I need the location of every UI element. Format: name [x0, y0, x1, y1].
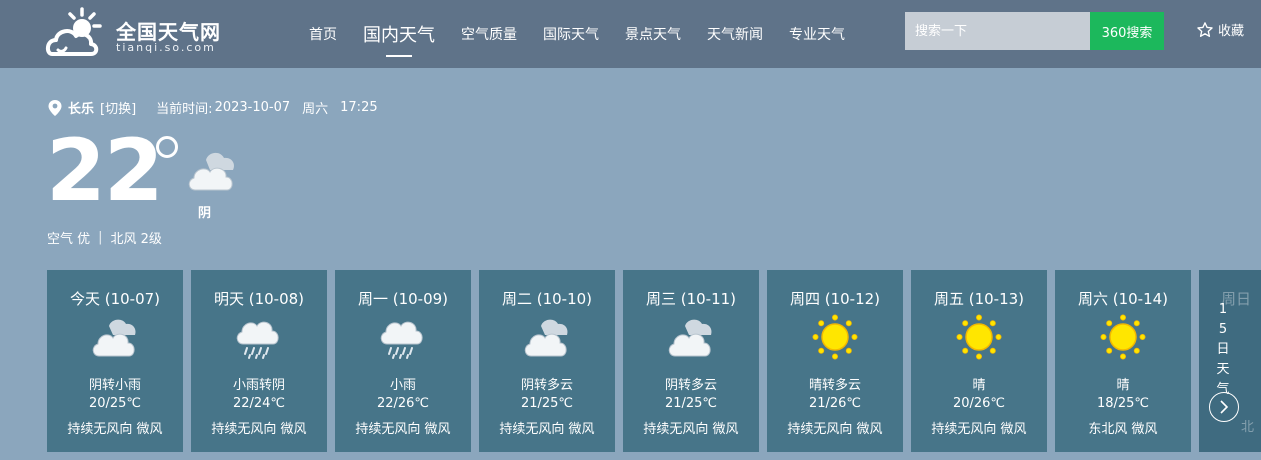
forecast-condition: 阴转多云 [664, 378, 717, 393]
current-city: 长乐 [68, 102, 95, 117]
forecast-day-card[interactable]: 今天 (10-07) 阴转小雨 20/25℃ 持续无风向 微风 [47, 270, 183, 452]
rain-cloud-icon [235, 314, 283, 360]
forecast-temperature: 18/25℃ [1096, 396, 1150, 411]
forecast-condition: 晴 [1116, 378, 1130, 393]
degree-symbol [156, 136, 178, 158]
forecast-day-name: 周六 (10-14) [1077, 290, 1169, 308]
forecast-condition: 小雨转阴 [232, 378, 285, 393]
forecast-day-card[interactable]: 明天 (10-08) 小雨转阴 22/24℃ 持续无风向 微风 [191, 270, 327, 452]
favorite-label: 收藏 [1218, 24, 1245, 39]
forecast-wind: 持续无风向 微风 [211, 422, 307, 437]
forecast-temperature: 20/25℃ [88, 396, 142, 411]
current-weekday: 周六 [302, 102, 329, 117]
forecast-day-card[interactable]: 周一 (10-09) 小雨 22/26℃ 持续无风向 微风 [335, 270, 471, 452]
forecast-day-card[interactable]: 周六 (10-14) 晴 18/25℃ 东北风 微风 [1055, 270, 1191, 452]
forecast-wind: 持续无风向 微风 [643, 422, 739, 437]
rain-cloud-icon [379, 314, 427, 360]
cloud-sun-logo-icon [45, 7, 102, 56]
forecast-day-name: 周四 (10-12) [789, 290, 881, 308]
nav-domestic-weather[interactable]: 国内天气 [363, 21, 435, 57]
cloud-icon [667, 314, 715, 360]
nav-professional-weather[interactable]: 专业天气 [789, 24, 845, 44]
chevron-right-circle-icon[interactable] [1209, 392, 1239, 422]
search-button[interactable]: 360搜索 [1090, 12, 1164, 50]
cloud-icon [91, 314, 139, 360]
forecast-day-name: 周二 (10-10) [501, 290, 593, 308]
current-time: 17:25 [340, 100, 378, 115]
separator: | [98, 230, 103, 245]
search-input[interactable] [905, 12, 1090, 50]
forecast-condition: 阴转小雨 [88, 378, 141, 393]
forecast-day-name: 今天 (10-07) [69, 290, 161, 308]
top-header: 全国天气网 tianqi.so.com 首页 国内天气 空气质量 国际天气 景点… [0, 0, 1261, 68]
nav-weather-news[interactable]: 天气新闻 [707, 24, 763, 44]
nav-home[interactable]: 首页 [309, 24, 337, 44]
forecast-day-name: 周五 (10-13) [933, 290, 1025, 308]
star-outline-icon [1197, 21, 1213, 37]
current-date: 2023-10-07 [214, 100, 291, 115]
forecast-day-name: 周三 (10-11) [645, 290, 737, 308]
nav-international-weather[interactable]: 国际天气 [543, 24, 599, 44]
forecast-wind: 持续无风向 微风 [787, 422, 883, 437]
forecast-list: 今天 (10-07) 阴转小雨 20/25℃ 持续无风向 微风 明天 (10-08) 小雨… [47, 270, 1199, 452]
main-nav: 首页 国内天气 空气质量 国际天气 景点天气 天气新闻 专业天气 [296, 0, 858, 68]
current-condition: 阴 [198, 206, 212, 221]
forecast-day-card[interactable]: 周五 (10-13) 晴 20/26℃ 持续无风向 微风 [911, 270, 1047, 452]
logo-subtitle: tianqi.so.com [116, 41, 216, 54]
sun-icon [955, 314, 1003, 360]
sun-icon [1099, 314, 1147, 360]
forecast-temperature: 21/25℃ [520, 396, 574, 411]
current-air-wind: 空气 优 | 北风 2级 [47, 228, 162, 247]
forecast-wind: 持续无风向 微风 [67, 422, 163, 437]
forecast-wind: 持续无风向 微风 [355, 422, 451, 437]
sun-icon [811, 314, 859, 360]
location-pin-icon [48, 99, 62, 116]
forecast-temperature: 21/26℃ [808, 396, 862, 411]
forecast-temperature: 22/24℃ [232, 396, 286, 411]
current-wind: 北风 2级 [110, 232, 162, 247]
forecast-temperature: 22/26℃ [376, 396, 430, 411]
nav-air-quality[interactable]: 空气质量 [461, 24, 517, 44]
location-bar: 长乐 [切换] 当前时间: 2023-10-07 周六 17:25 [48, 98, 378, 117]
forecast-day-card[interactable]: 周三 (10-11) 阴转多云 21/25℃ 持续无风向 微风 [623, 270, 759, 452]
forecast-condition: 阴转多云 [520, 378, 573, 393]
switch-city-link[interactable]: [切换] [100, 98, 136, 117]
favorite-button[interactable]: 收藏 [1196, 20, 1244, 39]
forecast-wind: 东北风 微风 [1088, 422, 1158, 437]
forecast-condition: 晴 [972, 378, 986, 393]
current-temperature: 22 [46, 121, 164, 221]
air-quality: 空气 优 [47, 232, 91, 247]
forecast-condition: 晴转多云 [808, 378, 861, 393]
forecast-15day-card[interactable]: 周日 15日天气 北 [1199, 270, 1261, 452]
forecast-condition: 小雨 [389, 378, 416, 393]
forecast-day-name: 周一 (10-09) [357, 290, 449, 308]
cloud-icon [523, 314, 571, 360]
forecast-15day-label: 15日天气 [1216, 302, 1230, 397]
current-time-label: 当前时间: [156, 102, 213, 117]
forecast-temperature: 21/25℃ [664, 396, 718, 411]
forecast-day-card[interactable]: 周二 (10-10) 阴转多云 21/25℃ 持续无风向 微风 [479, 270, 615, 452]
forecast-wind: 持续无风向 微风 [931, 422, 1027, 437]
site-logo[interactable]: 全国天气网 tianqi.so.com [44, 6, 244, 62]
forecast-day-name: 明天 (10-08) [213, 290, 305, 308]
overcast-cloud-icon [188, 152, 234, 191]
forecast-day-card[interactable]: 周四 (10-12) 晴转多云 21/26℃ 持续无风向 微风 [767, 270, 903, 452]
forecast-wind: 持续无风向 微风 [499, 422, 595, 437]
nav-scenic-weather[interactable]: 景点天气 [625, 24, 681, 44]
forecast-temperature: 20/26℃ [952, 396, 1006, 411]
next-day-ghost-wind: 北 [1241, 420, 1255, 435]
